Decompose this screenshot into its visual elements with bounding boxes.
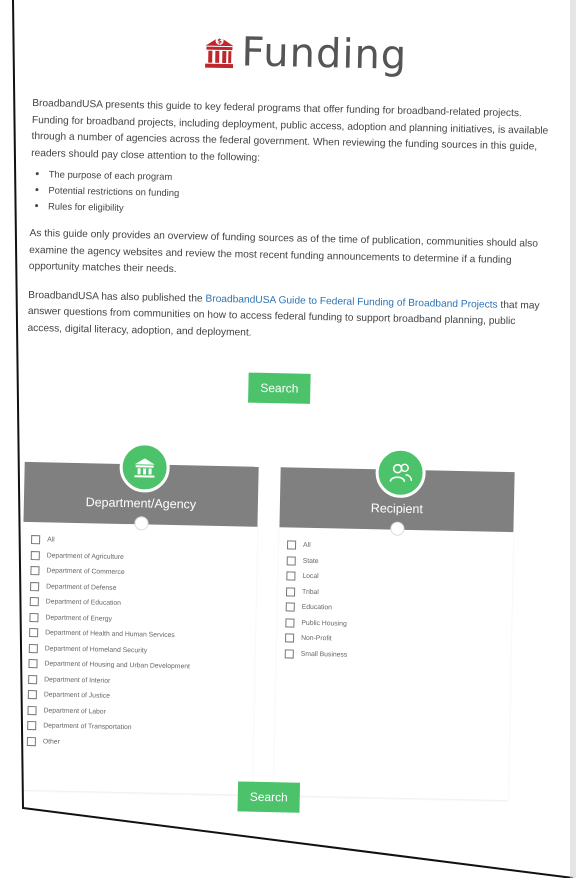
recipient-panel: Recipient All State Local Tribal Educati… — [273, 447, 515, 801]
intro-paragraph: BroadbandUSA presents this guide to key … — [31, 97, 549, 164]
title-text: Funding — [240, 29, 408, 79]
department-option[interactable]: Other — [26, 734, 245, 754]
checkbox[interactable] — [285, 602, 295, 612]
recipient-options: All State Local Tribal Education Public … — [273, 527, 514, 801]
page-content: $ Funding BroadbandUSA presents this gui… — [17, 20, 554, 813]
checkbox[interactable] — [285, 618, 295, 628]
criteria-list: The purpose of each program Potential re… — [30, 166, 551, 225]
filter-panels: Department/Agency All Department of Agri… — [17, 420, 546, 801]
department-panel: Department/Agency All Department of Agri… — [17, 441, 259, 795]
checkbox[interactable] — [285, 633, 295, 643]
overview-paragraph: As this guide only provides an overview … — [28, 227, 539, 276]
checkbox[interactable] — [29, 612, 39, 622]
checkbox[interactable] — [27, 721, 37, 731]
guide-paragraph: BroadbandUSA has also published the Broa… — [27, 287, 548, 347]
recipient-option[interactable]: Small Business — [284, 646, 503, 666]
department-options: All Department of Agriculture Department… — [17, 521, 258, 795]
checkbox[interactable] — [286, 540, 297, 550]
checkbox[interactable] — [28, 659, 38, 669]
checkbox[interactable] — [31, 535, 41, 545]
checkbox[interactable] — [30, 550, 40, 560]
checkbox[interactable] — [29, 628, 39, 638]
checkbox[interactable] — [28, 674, 38, 684]
checkbox[interactable] — [28, 643, 38, 653]
svg-text:$: $ — [217, 37, 222, 45]
people-icon — [375, 447, 427, 499]
recipient-panel-title: Recipient — [370, 501, 424, 517]
search-button-bottom[interactable]: Search — [237, 781, 301, 813]
checkbox[interactable] — [27, 690, 37, 700]
building-icon — [119, 441, 171, 493]
page-title: $ Funding — [57, 21, 554, 87]
guide-link[interactable]: BroadbandUSA Guide to Federal Funding of… — [205, 293, 497, 310]
department-panel-header: Department/Agency — [23, 441, 259, 531]
building-dollar-icon: $ — [205, 36, 234, 69]
checkbox[interactable] — [286, 556, 296, 566]
checkbox[interactable] — [286, 571, 296, 581]
checkbox[interactable] — [30, 581, 40, 591]
checkbox[interactable] — [30, 566, 40, 576]
checkbox[interactable] — [26, 736, 36, 746]
funding-page: $ Funding BroadbandUSA presents this gui… — [13, 0, 573, 878]
recipient-panel-header: Recipient — [279, 447, 515, 536]
department-panel-title: Department/Agency — [85, 495, 197, 512]
checkbox[interactable] — [285, 587, 296, 597]
checkbox[interactable] — [27, 705, 37, 715]
search-button[interactable]: Search — [248, 372, 311, 404]
guide-text-start: BroadbandUSA has also published the — [28, 289, 206, 305]
checkbox[interactable] — [29, 597, 39, 607]
checkbox[interactable] — [284, 649, 294, 659]
